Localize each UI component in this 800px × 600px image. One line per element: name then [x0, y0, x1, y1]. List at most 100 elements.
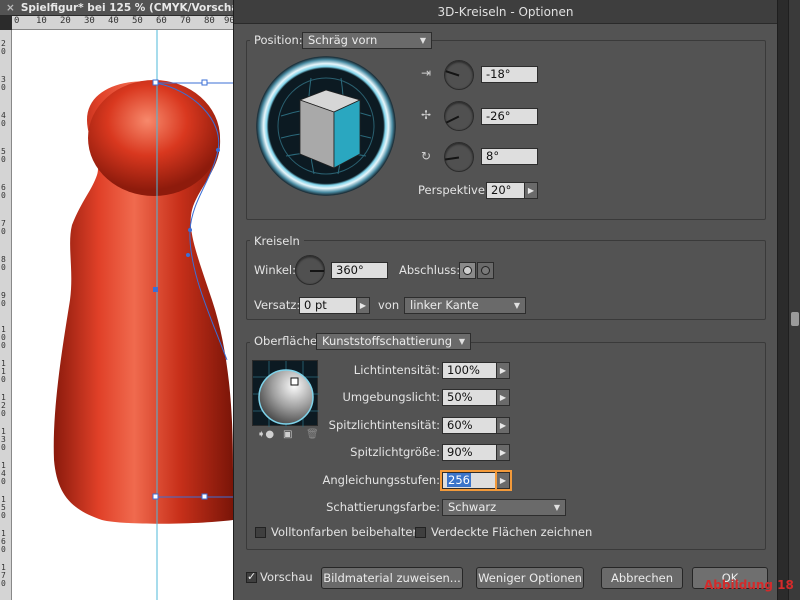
position-preset-dropdown[interactable]: Schräg vorn ▼: [302, 32, 432, 49]
angle-dial[interactable]: [295, 255, 325, 285]
dial-hand: [446, 116, 460, 124]
anchor-point[interactable]: [188, 228, 192, 232]
ruler-tick-label: 70: [180, 16, 191, 26]
3d-revolve-options-dialog: 3D-Kreiseln - Optionen Position: Schräg …: [233, 0, 778, 600]
cap-on-button[interactable]: [459, 262, 476, 279]
cap-off-icon: [481, 266, 490, 275]
offset-field[interactable]: 0 pt: [299, 297, 357, 314]
ruler-tick-label: 20: [1, 39, 6, 56]
z-axis-rotation-icon: ↻: [420, 149, 432, 163]
ruler-tick-label: 70: [1, 219, 6, 236]
x-rotation-field[interactable]: -18°: [481, 66, 538, 83]
surface-label: Oberfläche:: [250, 333, 326, 349]
angle-field[interactable]: 360°: [331, 262, 388, 279]
highlight-size-slider-arrow[interactable]: ▶: [497, 444, 510, 461]
chevron-down-icon: ▼: [553, 503, 560, 512]
ruler-tick-label: 80: [1, 255, 6, 272]
blend-steps-field[interactable]: 256: [440, 470, 499, 491]
chevron-down-icon: ▼: [419, 36, 426, 45]
document-tab[interactable]: × Spielfigur* bei 125 % (CMYK/Vorschau): [0, 0, 233, 16]
ruler-tick-label: 90: [1, 291, 6, 308]
cap-off-button[interactable]: [477, 262, 494, 279]
scrollbar-thumb[interactable]: [791, 312, 799, 326]
ruler-tick-label: 30: [1, 75, 6, 92]
anchor-point[interactable]: [201, 79, 208, 86]
blend-steps-slider-arrow[interactable]: ▶: [495, 470, 512, 491]
x-rotation-dial[interactable]: [444, 60, 474, 90]
y-rotation-field[interactable]: -26°: [481, 108, 538, 125]
ambient-light-field[interactable]: 50%: [442, 389, 497, 406]
ruler-tick-label: 140: [1, 461, 6, 486]
ruler-tick-label: 50: [132, 16, 143, 26]
cap-on-icon: [463, 266, 472, 275]
from-edge-dropdown[interactable]: linker Kante ▼: [404, 297, 526, 314]
highlight-intensity-label: Spitzlichtintensität:: [328, 418, 440, 432]
anchor-point[interactable]: [152, 493, 159, 500]
draw-hidden-faces-checkbox[interactable]: [415, 527, 426, 538]
shading-color-value: Schwarz: [448, 500, 497, 514]
highlight-intensity-field[interactable]: 60%: [442, 417, 497, 434]
ruler-tick-label: 30: [84, 16, 95, 26]
z-rotation-field[interactable]: 8°: [481, 148, 538, 165]
anchor-point[interactable]: [152, 79, 159, 86]
highlight-intensity-slider-arrow[interactable]: ▶: [497, 417, 510, 434]
dial-hand: [445, 157, 460, 161]
ruler-tick-label: 120: [1, 393, 6, 418]
trackball-cube-icon: [277, 77, 375, 175]
game-piece-head: [88, 80, 220, 196]
perspective-slider-arrow[interactable]: ▶: [525, 182, 538, 199]
ruler-horizontal: 0 10 20 30 40 50 60 70 80 90: [12, 16, 235, 30]
y-rotation-dial[interactable]: [444, 101, 474, 131]
vertical-scrollbar[interactable]: [788, 0, 800, 600]
ruler-tick-label: 170: [1, 563, 6, 588]
from-edge-value: linker Kante: [410, 298, 479, 312]
dial-hand: [310, 270, 324, 272]
dialog-title[interactable]: 3D-Kreiseln - Optionen: [234, 0, 777, 24]
blend-steps-value: 256: [447, 473, 471, 487]
offset-stepper-arrow[interactable]: ▶: [357, 297, 370, 314]
ruler-vertical: 20 30 40 50 60 70 80 90 100 110 120 130 …: [0, 30, 12, 600]
anchor-point[interactable]: [186, 253, 190, 257]
ruler-tick-label: 0: [14, 16, 20, 26]
surface-dropdown[interactable]: Kunststoffschattierung ▼: [316, 333, 471, 350]
position-label: Position:: [250, 32, 307, 48]
rotation-trackball[interactable]: [256, 56, 396, 196]
light-intensity-field[interactable]: 100%: [442, 362, 497, 379]
map-art-button[interactable]: Bildmaterial zuweisen...: [321, 567, 463, 589]
preserve-spot-colors-checkbox[interactable]: [255, 527, 266, 538]
light-intensity-slider-arrow[interactable]: ▶: [497, 362, 510, 379]
ruler-tick-label: 20: [60, 16, 71, 26]
game-piece-artwork[interactable]: [12, 30, 233, 600]
ruler-tick-label: 50: [1, 147, 6, 164]
ruler-tick-label: 10: [36, 16, 47, 26]
ruler-tick-label: 40: [108, 16, 119, 26]
chevron-down-icon: ▼: [458, 337, 465, 346]
cancel-button[interactable]: Abbrechen: [601, 567, 683, 589]
shading-color-label: Schattierungsfarbe:: [326, 500, 440, 514]
angle-label: Winkel:: [254, 263, 296, 277]
ruler-tick-label: 150: [1, 495, 6, 520]
preview-checkbox[interactable]: [246, 570, 257, 583]
ruler-tick-label: 160: [1, 529, 6, 554]
preserve-spot-colors-label: Volltonfarben beibehalten: [271, 525, 420, 539]
ruler-tick-label: 60: [156, 16, 167, 26]
anchor-point[interactable]: [201, 493, 208, 500]
chevron-down-icon: ▼: [513, 301, 520, 310]
shading-color-dropdown[interactable]: Schwarz ▼: [442, 499, 566, 516]
perspective-field[interactable]: 20°: [486, 182, 525, 199]
anchor-point[interactable]: [153, 287, 158, 292]
close-icon[interactable]: ×: [6, 2, 15, 14]
dial-hand: [445, 70, 460, 77]
document-tab-title: Spielfigur* bei 125 % (CMYK/Vorschau): [20, 2, 233, 14]
ambient-light-label: Umgebungslicht:: [342, 390, 440, 404]
highlight-size-field[interactable]: 90%: [442, 444, 497, 461]
anchor-point[interactable]: [216, 148, 220, 152]
new-light-icon[interactable]: ▣: [283, 429, 292, 440]
z-rotation-dial[interactable]: [444, 142, 474, 172]
ambient-light-slider-arrow[interactable]: ▶: [497, 389, 510, 406]
move-light-back-icon[interactable]: ➧●: [257, 429, 274, 440]
fewer-options-button[interactable]: Weniger Optionen: [476, 567, 584, 589]
offset-label: Versatz:: [254, 298, 301, 312]
ruler-tick-label: 40: [1, 111, 6, 128]
artboard-canvas[interactable]: [12, 30, 233, 600]
